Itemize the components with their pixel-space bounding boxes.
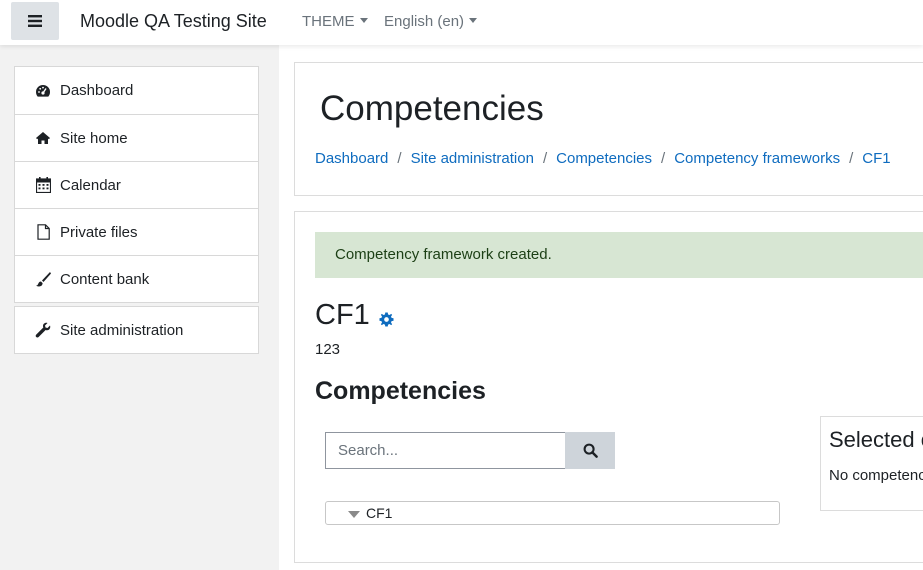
breadcrumb-dashboard[interactable]: Dashboard bbox=[315, 150, 388, 167]
sidebar-item-dashboard[interactable]: Dashboard bbox=[15, 67, 258, 114]
theme-dropdown-label: THEME bbox=[302, 13, 355, 30]
selected-competency-panel: Selected competency No competency select… bbox=[820, 416, 923, 511]
breadcrumb-site-administration[interactable]: Site administration bbox=[411, 150, 534, 167]
selected-panel-title: Selected competency bbox=[829, 427, 923, 452]
breadcrumb-separator: / bbox=[397, 150, 402, 167]
sidebar-item-content-bank[interactable]: Content bank bbox=[15, 255, 258, 302]
breadcrumb-separator: / bbox=[849, 150, 854, 167]
theme-dropdown[interactable]: THEME bbox=[302, 13, 368, 30]
sidebar-item-calendar[interactable]: Calendar bbox=[15, 161, 258, 208]
sidebar-item-label: Site home bbox=[60, 129, 128, 147]
breadcrumb: Dashboard / Site administration / Competenci… bbox=[315, 150, 891, 167]
sidebar-item-label: Private files bbox=[60, 223, 138, 241]
site-name-link[interactable]: Moodle QA Testing Site bbox=[80, 11, 267, 32]
hamburger-icon bbox=[28, 15, 42, 27]
language-dropdown-label: English (en) bbox=[384, 13, 465, 30]
sidebar-item-label: Dashboard bbox=[60, 82, 134, 99]
selected-panel-text: No competency selected bbox=[829, 467, 923, 484]
sidebar-item-private-files[interactable]: Private files bbox=[15, 208, 258, 255]
caret-down-icon bbox=[469, 17, 478, 23]
framework-heading: CF1 bbox=[315, 296, 394, 335]
sidebar-item-label: Content bank bbox=[60, 270, 150, 288]
gear-icon[interactable] bbox=[379, 302, 394, 335]
nav-drawer: Dashboard Site home Calendar Private fil… bbox=[0, 45, 279, 570]
breadcrumb-separator: / bbox=[542, 150, 548, 167]
calendar-icon bbox=[35, 177, 51, 193]
wrench-icon bbox=[35, 322, 51, 338]
drawer-toggle-button[interactable] bbox=[11, 2, 59, 40]
success-alert: Competency framework created. bbox=[315, 232, 923, 278]
tree-expand-icon[interactable] bbox=[348, 511, 360, 518]
framework-name: CF1 bbox=[315, 299, 370, 331]
dashboard-icon bbox=[35, 83, 51, 99]
caret-down-icon bbox=[359, 17, 368, 23]
breadcrumb-cf1[interactable]: CF1 bbox=[862, 150, 890, 167]
breadcrumb-competency-frameworks[interactable]: Competency frameworks bbox=[674, 150, 840, 167]
nav-main-group: Dashboard Site home Calendar Private fil… bbox=[14, 66, 259, 303]
sidebar-item-label: Calendar bbox=[60, 176, 121, 194]
file-icon bbox=[35, 224, 51, 240]
framework-description: 123 bbox=[315, 341, 341, 358]
page-header-card bbox=[294, 62, 923, 196]
paintbrush-icon bbox=[35, 271, 51, 287]
breadcrumb-competencies[interactable]: Competencies bbox=[556, 150, 652, 167]
breadcrumb-separator: / bbox=[661, 150, 666, 167]
nav-admin-group: Site administration bbox=[14, 306, 259, 354]
section-title: Competencies bbox=[315, 377, 486, 405]
competency-tree[interactable]: CF1 bbox=[325, 501, 780, 525]
tree-root-label[interactable]: CF1 bbox=[366, 505, 392, 521]
search-button[interactable] bbox=[565, 432, 615, 469]
page-title: Competencies bbox=[320, 89, 544, 128]
search-input[interactable] bbox=[325, 432, 566, 469]
top-navbar: Moodle QA Testing Site THEME English (en… bbox=[0, 0, 923, 45]
sidebar-item-site-home[interactable]: Site home bbox=[15, 114, 258, 161]
search-icon bbox=[583, 443, 598, 458]
sidebar-item-site-administration[interactable]: Site administration bbox=[15, 307, 258, 353]
home-icon bbox=[35, 130, 51, 146]
language-dropdown[interactable]: English (en) bbox=[384, 13, 478, 30]
sidebar-item-label: Site administration bbox=[60, 321, 184, 339]
